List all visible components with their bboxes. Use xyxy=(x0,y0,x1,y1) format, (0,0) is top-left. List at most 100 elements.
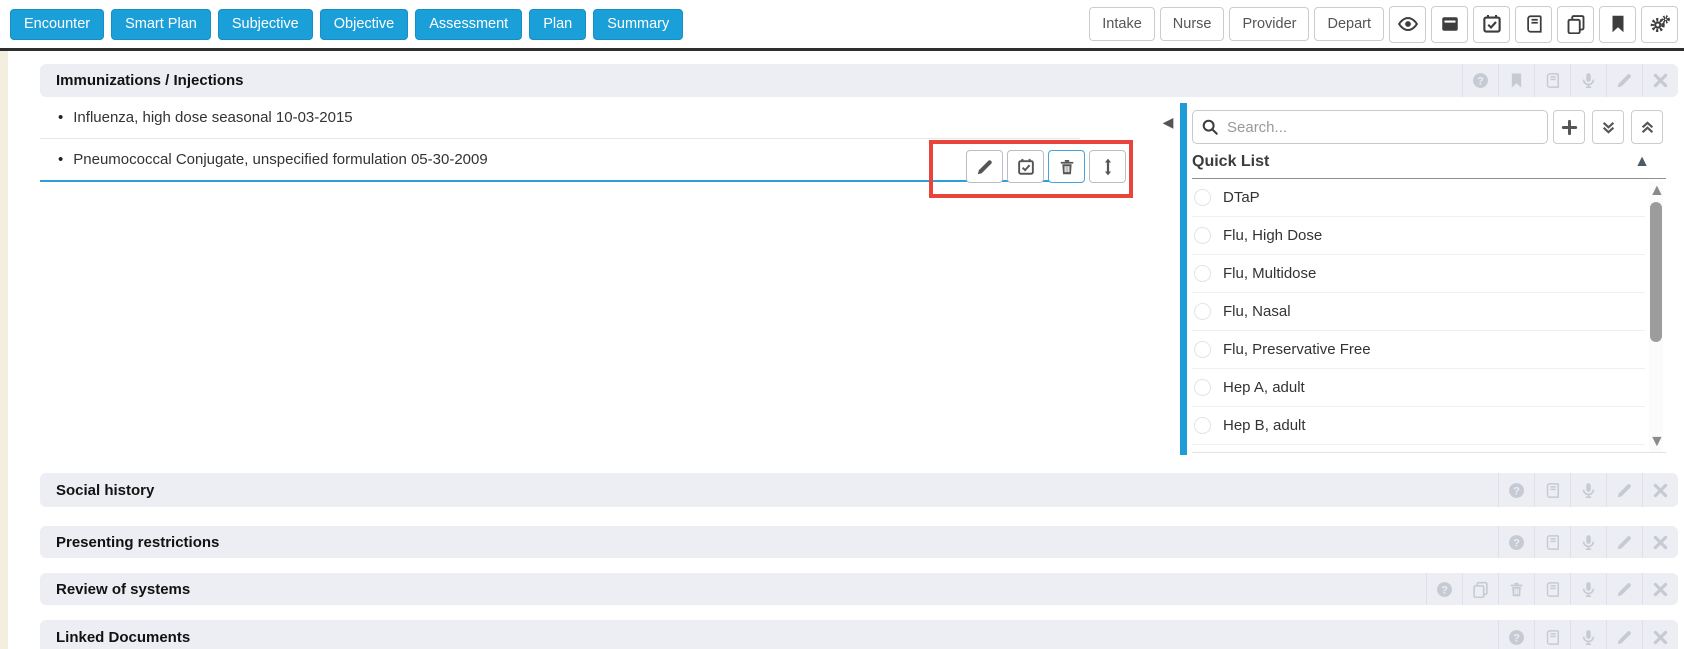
book-button[interactable] xyxy=(1534,473,1570,507)
section-title: Social history xyxy=(40,482,154,499)
book-button[interactable] xyxy=(1534,64,1570,97)
book-icon xyxy=(1544,482,1561,499)
quick-list-item[interactable]: Flu, Nasal xyxy=(1192,293,1645,331)
scrollbar-thumb[interactable] xyxy=(1650,202,1662,342)
copy-button[interactable] xyxy=(1557,6,1594,43)
caret-down-icon[interactable]: ▼ xyxy=(1649,434,1663,450)
section-header-icons: ? xyxy=(1462,64,1678,97)
left-edge-strip xyxy=(0,51,8,649)
section-bar-social-history[interactable]: Social history? xyxy=(40,473,1678,507)
bullet-icon: • xyxy=(58,151,63,168)
close-icon xyxy=(1652,629,1669,646)
chevron-double-down-icon xyxy=(1600,119,1617,136)
quick-list-item[interactable]: Flu, High Dose xyxy=(1192,217,1645,255)
gears-icon xyxy=(1650,14,1670,34)
section-bar-presenting-restrictions[interactable]: Presenting restrictions? xyxy=(40,526,1678,558)
chevron-double-down-button[interactable] xyxy=(1592,110,1624,144)
close-icon xyxy=(1652,534,1669,551)
stage-button-depart[interactable]: Depart xyxy=(1314,7,1384,41)
archive-button[interactable] xyxy=(1431,6,1468,43)
stage-button-intake[interactable]: Intake xyxy=(1089,7,1155,41)
stage-button-provider[interactable]: Provider xyxy=(1229,7,1309,41)
help-button[interactable]: ? xyxy=(1498,473,1534,507)
nav-tab-summary[interactable]: Summary xyxy=(593,9,683,40)
section-bar-immunizations-injections[interactable]: Immunizations / Injections ? xyxy=(40,64,1678,97)
pencil-icon xyxy=(1616,629,1633,646)
section-title: Review of systems xyxy=(40,581,190,598)
calendar-check-icon xyxy=(1017,158,1035,176)
calendar-check-icon xyxy=(1482,14,1502,34)
stage-button-nurse[interactable]: Nurse xyxy=(1160,7,1225,41)
mic-button[interactable] xyxy=(1570,620,1606,649)
quick-list-item[interactable]: Hep B, adult xyxy=(1192,407,1645,445)
help-icon: ? xyxy=(1508,534,1525,551)
quick-list-item[interactable]: DTaP xyxy=(1192,179,1645,217)
trash-button[interactable] xyxy=(1048,150,1085,183)
add-button[interactable] xyxy=(1553,110,1585,144)
bookmark-button[interactable] xyxy=(1599,6,1636,43)
quick-list-title: Quick List xyxy=(1192,153,1269,171)
mic-button[interactable] xyxy=(1570,64,1606,97)
eye-button[interactable] xyxy=(1389,6,1426,43)
close-button[interactable] xyxy=(1642,573,1678,605)
book-button[interactable] xyxy=(1534,620,1570,649)
close-button[interactable] xyxy=(1642,526,1678,558)
caret-up-icon[interactable]: ▲ xyxy=(1634,154,1666,170)
pencil-button[interactable] xyxy=(966,150,1003,183)
calendar-check-button[interactable] xyxy=(1007,150,1044,183)
pencil-button[interactable] xyxy=(1606,64,1642,97)
book-button[interactable] xyxy=(1515,6,1552,43)
copy-icon xyxy=(1472,581,1489,598)
svg-text:?: ? xyxy=(1513,632,1520,644)
mic-button[interactable] xyxy=(1570,473,1606,507)
caret-left-icon: ◀ xyxy=(1163,115,1174,129)
trash-button[interactable] xyxy=(1498,573,1534,605)
help-button[interactable]: ? xyxy=(1498,620,1534,649)
book-button[interactable] xyxy=(1534,526,1570,558)
pencil-button[interactable] xyxy=(1606,573,1642,605)
radio-circle-icon xyxy=(1194,265,1211,282)
bookmark-button[interactable] xyxy=(1498,64,1534,97)
nav-tab-assessment[interactable]: Assessment xyxy=(415,9,522,40)
chevron-double-up-button[interactable] xyxy=(1631,110,1663,144)
nav-tab-objective[interactable]: Objective xyxy=(320,9,408,40)
close-button[interactable] xyxy=(1642,64,1678,97)
help-button[interactable]: ? xyxy=(1498,526,1534,558)
pencil-button[interactable] xyxy=(1606,526,1642,558)
mic-button[interactable] xyxy=(1570,526,1606,558)
pencil-button[interactable] xyxy=(1606,473,1642,507)
quick-list-item-label: Flu, High Dose xyxy=(1223,227,1322,244)
nav-tab-smart-plan[interactable]: Smart Plan xyxy=(111,9,211,40)
book-icon xyxy=(1544,629,1561,646)
quick-list-item[interactable]: Flu, Multidose xyxy=(1192,255,1645,293)
copy-button[interactable] xyxy=(1462,573,1498,605)
close-button[interactable] xyxy=(1642,473,1678,507)
help-button[interactable]: ? xyxy=(1462,64,1498,97)
pencil-button[interactable] xyxy=(1606,620,1642,649)
help-button[interactable]: ? xyxy=(1426,573,1462,605)
section-bar-review-of-systems[interactable]: Review of systems? xyxy=(40,573,1678,605)
close-button[interactable] xyxy=(1642,620,1678,649)
caret-up-icon[interactable]: ▲ xyxy=(1649,183,1663,199)
quick-list-header[interactable]: Quick List ▲ xyxy=(1192,145,1666,179)
search-box xyxy=(1192,110,1548,144)
quick-list-item[interactable]: Hep A, adult xyxy=(1192,369,1645,407)
bookmark-icon xyxy=(1608,14,1628,34)
quick-list-scrollbar[interactable]: ▲ ▼ xyxy=(1649,181,1663,452)
move-vertical-button[interactable] xyxy=(1089,150,1126,183)
immunization-row[interactable]: •Pneumococcal Conjugate, unspecified for… xyxy=(40,139,1080,182)
panel-collapse-button[interactable]: ◀ xyxy=(1157,108,1179,136)
gears-button[interactable] xyxy=(1641,6,1678,43)
nav-tab-encounter[interactable]: Encounter xyxy=(10,9,104,40)
stage-nav: IntakeNurseProviderDepart xyxy=(1089,6,1678,43)
book-button[interactable] xyxy=(1534,573,1570,605)
section-bar-linked-documents[interactable]: Linked Documents? xyxy=(40,620,1678,649)
nav-tab-plan[interactable]: Plan xyxy=(529,9,586,40)
quick-list-item[interactable]: Flu, Preservative Free xyxy=(1192,331,1645,369)
immunization-row[interactable]: •Influenza, high dose seasonal 10-03-201… xyxy=(40,97,1080,139)
nav-tab-subjective[interactable]: Subjective xyxy=(218,9,313,40)
search-input[interactable] xyxy=(1192,110,1548,144)
calendar-check-button[interactable] xyxy=(1473,6,1510,43)
archive-icon xyxy=(1440,14,1460,34)
mic-button[interactable] xyxy=(1570,573,1606,605)
